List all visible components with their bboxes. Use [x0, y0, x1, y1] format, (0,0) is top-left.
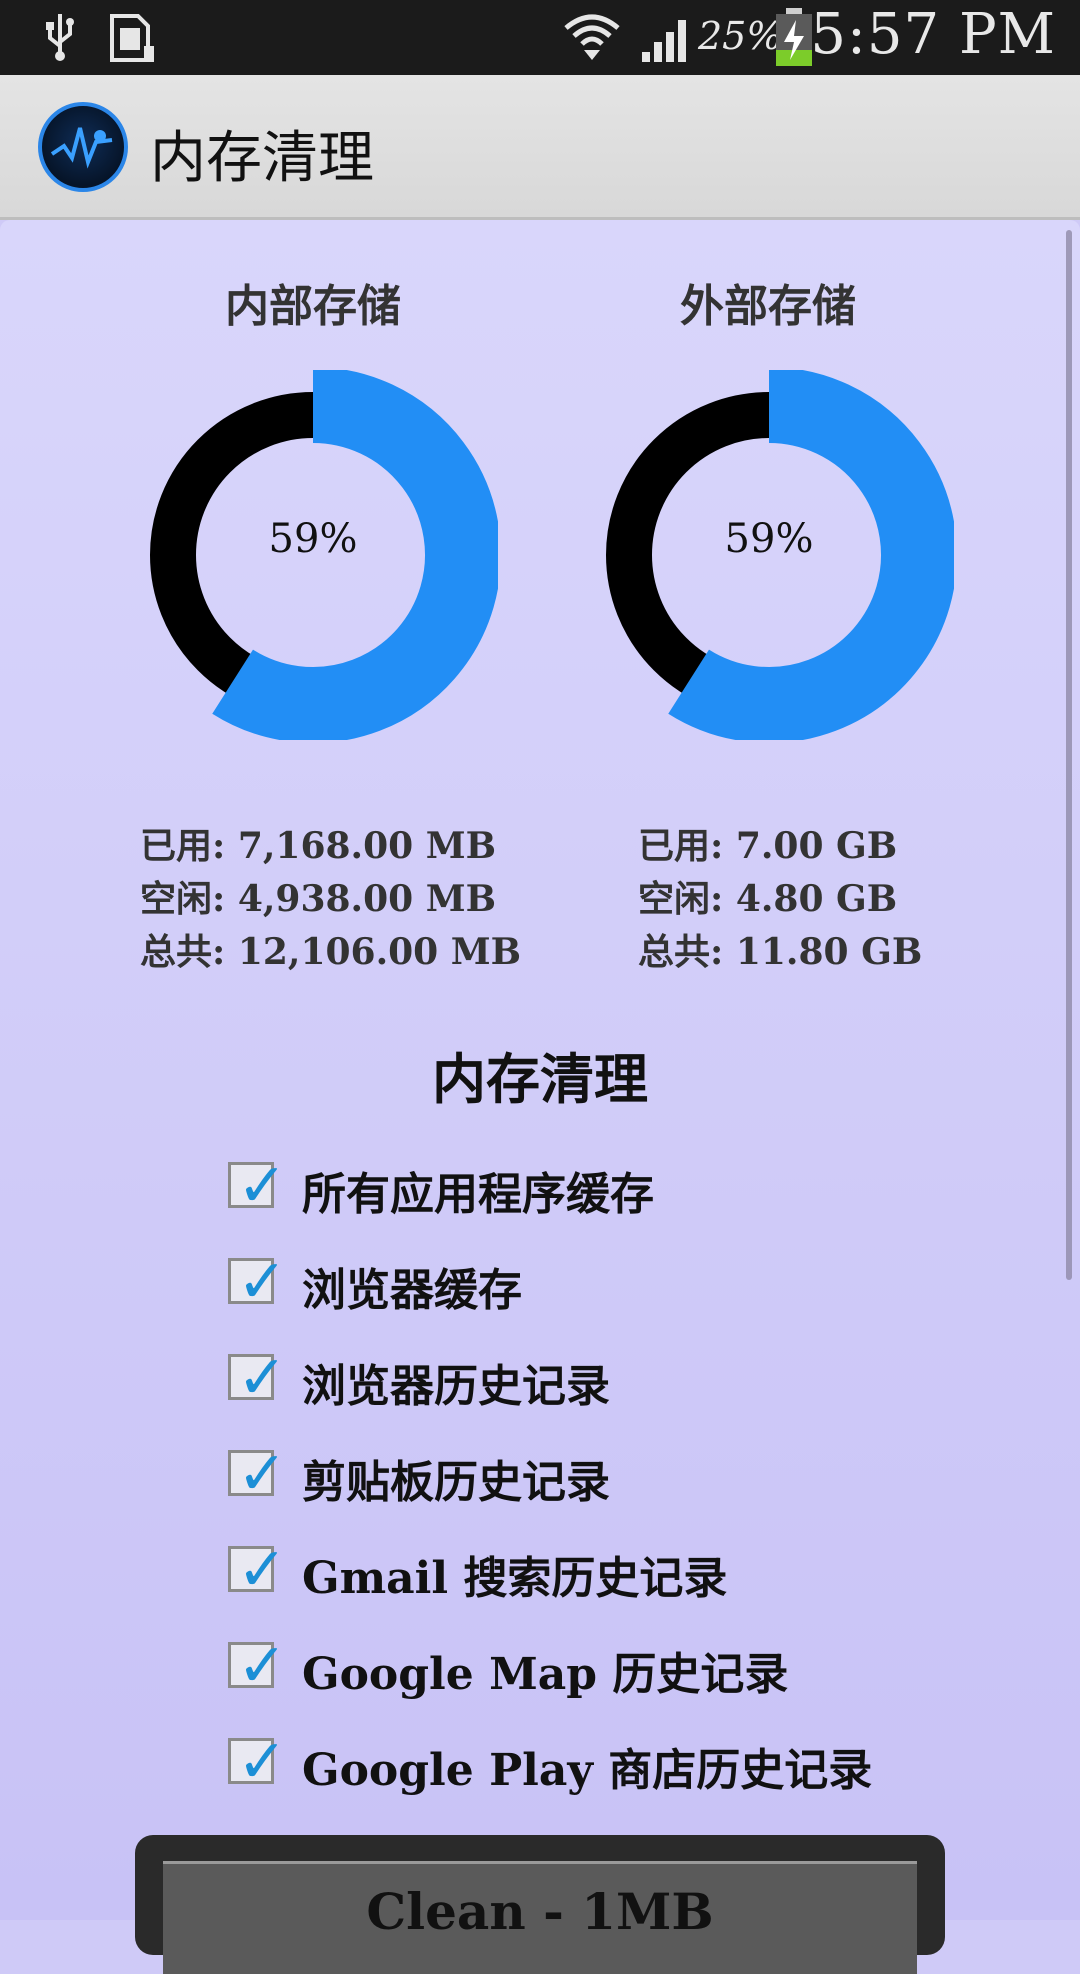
internal-free-text: 空闲: 4,938.00 MB: [140, 878, 496, 920]
wifi-icon: [564, 14, 620, 60]
checkbox[interactable]: ✓: [228, 1631, 287, 1701]
action-bar: 内存清理: [0, 75, 1080, 220]
scrollbar[interactable]: [1066, 230, 1072, 1280]
checkbox[interactable]: ✓: [228, 1727, 287, 1797]
checkbox[interactable]: ✓: [228, 1151, 287, 1221]
checkmark-icon: ✓: [237, 1151, 288, 1221]
clean-button-frame: Clean - 1MB: [135, 1835, 945, 1974]
checkmark-icon: ✓: [237, 1247, 288, 1317]
check-label: 浏览器历史记录: [302, 1361, 610, 1412]
checkbox[interactable]: ✓: [228, 1439, 287, 1509]
clean-button[interactable]: Clean - 1MB: [163, 1861, 917, 1974]
check-label: 浏览器缓存: [302, 1265, 522, 1316]
external-percent-label: 59%: [724, 516, 814, 562]
external-storage-info: 已用: 7.00 GB 空闲: 4.80 GB 总共: 11.80 GB: [638, 820, 922, 979]
internal-storage-title: 内部存储: [225, 281, 401, 332]
check-label: 剪贴板历史记录: [302, 1457, 610, 1508]
external-free-text: 空闲: 4.80 GB: [638, 878, 898, 920]
status-time: 5:57 PM: [810, 2, 1056, 67]
checkmark-icon: ✓: [237, 1439, 288, 1509]
check-label: Google Play 商店历史记录: [302, 1745, 873, 1796]
sd-card-icon: [110, 14, 154, 62]
signal-icon: [642, 20, 686, 62]
external-total-text: 总共: 11.80 GB: [638, 931, 923, 973]
internal-storage-info: 已用: 7,168.00 MB 空闲: 4,938.00 MB 总共: 12,1…: [140, 820, 521, 979]
battery-percent: 25%: [698, 14, 783, 58]
check-label: Google Map 历史记录: [302, 1649, 789, 1700]
check-label: Gmail 搜索历史记录: [302, 1553, 728, 1604]
app-title: 内存清理: [150, 126, 374, 191]
internal-total-text: 总共: 12,106.00 MB: [140, 931, 522, 973]
internal-used-text: 已用: 7,168.00 MB: [140, 825, 496, 867]
checkbox[interactable]: ✓: [228, 1343, 287, 1413]
checkmark-icon: ✓: [237, 1727, 288, 1797]
checkmark-icon: ✓: [237, 1535, 288, 1605]
clean-section-title: 内存清理: [432, 1048, 648, 1111]
status-bar: 25% 5:57 PM: [0, 0, 1080, 75]
checkbox[interactable]: ✓: [228, 1535, 287, 1605]
main-content: 内部存储 外部存储 59% 59% 已用: 7,168.00 MB 空闲: 4,…: [0, 220, 1080, 1974]
checkmark-icon: ✓: [237, 1343, 288, 1413]
checkbox[interactable]: ✓: [228, 1247, 287, 1317]
battery-charging-icon: [776, 8, 812, 66]
internal-percent-label: 59%: [268, 516, 358, 562]
external-storage-title: 外部存储: [680, 281, 856, 332]
check-label: 所有应用程序缓存: [302, 1169, 654, 1220]
external-used-text: 已用: 7.00 GB: [638, 825, 898, 867]
usb-icon: [46, 14, 74, 61]
checkmark-icon: ✓: [237, 1631, 288, 1701]
clean-button-label: Clean - 1MB: [366, 1882, 714, 1941]
app-logo-icon[interactable]: [38, 102, 128, 192]
